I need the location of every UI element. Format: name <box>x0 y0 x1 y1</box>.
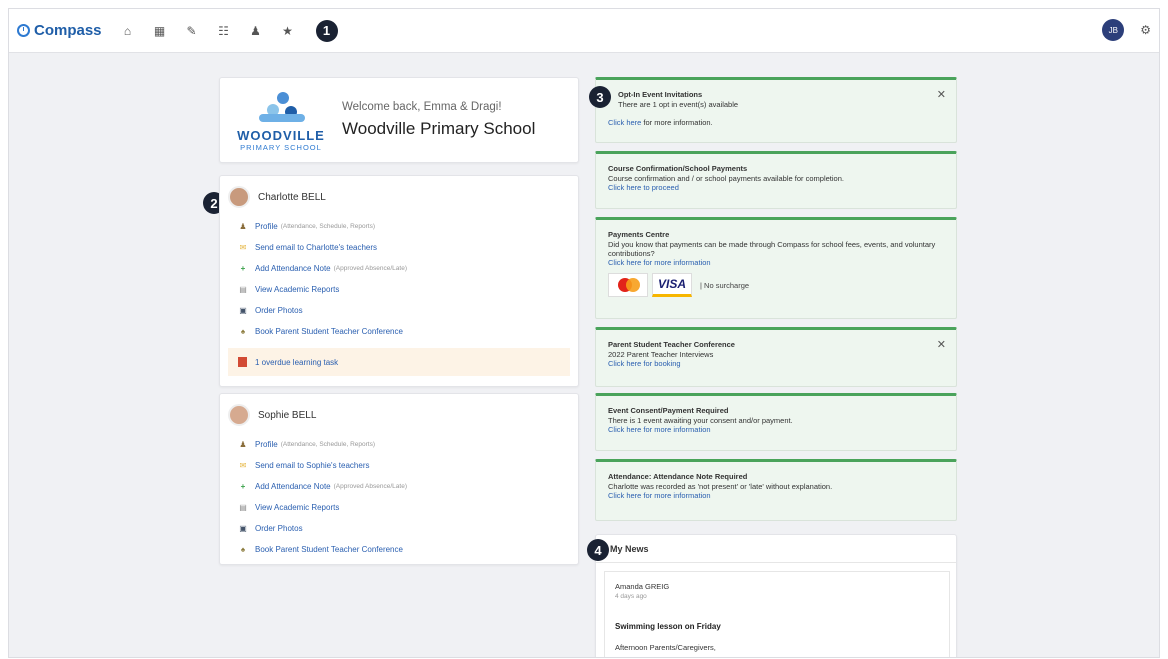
callout-marker-4: 4 <box>587 539 609 561</box>
school-logo: WOODVILLE PRIMARY SCHOOL <box>226 88 336 152</box>
brand-name: Compass <box>34 22 102 39</box>
news-item[interactable]: Amanda GREIG 4 days ago Swimming lesson … <box>604 571 950 657</box>
student-link-book-conference[interactable]: ♠ Book Parent Student Teacher Conference <box>220 321 578 342</box>
student-header[interactable]: Charlotte BELL <box>220 176 578 216</box>
school-logo-sub: PRIMARY SCHOOL <box>240 143 322 152</box>
report-icon: ▤ <box>239 284 247 294</box>
plus-icon: + <box>240 263 246 273</box>
home-icon[interactable]: ⌂ <box>112 24 144 38</box>
nav-icons: ⌂ ▦ ✎ ☷ ♟ ★ <box>112 24 304 38</box>
notice-title: Opt-In Event Invitations <box>618 90 703 99</box>
student-link-academic-reports[interactable]: ▤ View Academic Reports <box>220 279 578 300</box>
visa-logo: VISA <box>652 273 692 297</box>
notice-link[interactable]: Click here for more information <box>608 491 944 500</box>
student-avatar <box>228 186 250 208</box>
school-logo-mark-icon <box>253 88 309 126</box>
conference-icon: ♠ <box>240 326 246 336</box>
conference-icon: ♠ <box>240 544 246 554</box>
email-icon: ✉ <box>239 242 247 252</box>
notice-title: Event Consent/Payment Required <box>608 406 729 415</box>
photo-icon: ▣ <box>239 523 247 533</box>
notice-event-consent: Event Consent/Payment Required There is … <box>595 393 957 451</box>
notice-title: Course Confirmation/School Payments <box>608 164 748 173</box>
student-header[interactable]: Sophie BELL <box>220 394 578 434</box>
top-navigation-bar: Compass ⌂ ▦ ✎ ☷ ♟ ★ 1 JB ⚙ <box>9 9 1159 53</box>
school-logo-name: WOODVILLE <box>237 128 325 143</box>
student-name: Sophie BELL <box>258 409 317 421</box>
notice-attendance-note: Attendance: Attendance Note Required Cha… <box>595 459 957 521</box>
news-title: Swimming lesson on Friday <box>615 622 721 631</box>
notice-title: Parent Student Teacher Conference <box>608 340 735 349</box>
surcharge-note: No surcharge <box>704 280 750 290</box>
notice-body: Charlotte was recorded as 'not present' … <box>608 482 833 491</box>
student-link-book-conference[interactable]: ♠ Book Parent Student Teacher Conference <box>220 539 578 560</box>
student-link-email-teachers[interactable]: ✉ Send email to Sophie's teachers <box>220 455 578 476</box>
email-icon: ✉ <box>239 460 247 470</box>
callout-marker-1: 1 <box>315 19 338 42</box>
notice-body: 2022 Parent Teacher Interviews <box>608 350 714 359</box>
close-icon[interactable]: ✕ <box>937 338 946 351</box>
school-welcome-card: WOODVILLE PRIMARY SCHOOL Welcome back, E… <box>219 77 579 163</box>
user-avatar[interactable]: JB <box>1102 19 1125 41</box>
student-link-profile[interactable]: ♟ Profile (Attendance, Schedule, Reports… <box>220 434 578 455</box>
welcome-message: Welcome back, Emma & Dragi! <box>342 101 502 113</box>
news-heading: My News <box>596 535 956 563</box>
profile-icon: ♟ <box>239 221 247 231</box>
notice-body: Did you know that payments can be made t… <box>608 240 936 258</box>
my-news-panel: My News Amanda GREIG 4 days ago Swimming… <box>595 534 957 657</box>
overdue-task-alert[interactable]: 1 overdue learning task <box>228 348 570 376</box>
profile-icon: ♟ <box>239 439 247 449</box>
notice-title: Attendance: Attendance Note Required <box>608 472 748 481</box>
compass-logo[interactable]: Compass <box>17 22 102 39</box>
notice-link[interactable]: Click here for more information <box>608 425 944 434</box>
news-excerpt: Afternoon Parents/Caregivers, <box>615 643 716 652</box>
grid-icon[interactable]: ☷ <box>208 24 240 38</box>
notice-body: Course confirmation and / or school paym… <box>608 174 844 183</box>
report-icon: ▤ <box>239 502 247 512</box>
gear-icon[interactable]: ⚙ <box>1140 23 1151 37</box>
payment-logos: VISA | No surcharge <box>608 273 944 297</box>
photo-icon: ▣ <box>239 305 247 315</box>
student-link-order-photos[interactable]: ▣ Order Photos <box>220 518 578 539</box>
student-card-sophie: Sophie BELL ♟ Profile (Attendance, Sched… <box>219 393 579 565</box>
notice-pst-conference: Parent Student Teacher Conference 2022 P… <box>595 327 957 387</box>
task-icon <box>238 357 247 367</box>
notice-link[interactable]: Click here to proceed <box>608 183 944 192</box>
notice-link[interactable]: Click here for booking <box>608 359 944 368</box>
top-right-controls: JB ⚙ <box>1102 19 1151 41</box>
app-window: Compass ⌂ ▦ ✎ ☷ ♟ ★ 1 JB ⚙ WOODVILLE PRI… <box>8 8 1160 658</box>
student-link-attendance-note[interactable]: + Add Attendance Note (Approved Absence/… <box>220 476 578 497</box>
student-link-order-photos[interactable]: ▣ Order Photos <box>220 300 578 321</box>
notice-body: There are 1 opt in event(s) available <box>618 100 739 109</box>
student-card-charlotte: Charlotte BELL ♟ Profile (Attendance, Sc… <box>219 175 579 387</box>
star-icon[interactable]: ★ <box>272 24 304 38</box>
student-link-academic-reports[interactable]: ▤ View Academic Reports <box>220 497 578 518</box>
compass-clock-icon <box>17 24 30 37</box>
student-link-email-teachers[interactable]: ✉ Send email to Charlotte's teachers <box>220 237 578 258</box>
notice-title: Payments Centre <box>608 230 670 239</box>
student-link-profile[interactable]: ♟ Profile (Attendance, Schedule, Reports… <box>220 216 578 237</box>
news-date: 4 days ago <box>615 593 647 600</box>
people-icon[interactable]: ♟ <box>240 24 272 38</box>
student-avatar <box>228 404 250 426</box>
news-author: Amanda GREIG <box>615 582 670 591</box>
notice-payments-centre: Payments Centre Did you know that paymen… <box>595 217 957 319</box>
callout-marker-3: 3 <box>589 86 611 108</box>
welcome-block: Welcome back, Emma & Dragi! Woodville Pr… <box>342 101 535 139</box>
plus-icon: + <box>240 481 246 491</box>
notice-opt-in-events: Opt-In Event Invitations There are 1 opt… <box>595 77 957 143</box>
close-icon[interactable]: ✕ <box>937 88 946 101</box>
notice-link[interactable]: Click here for more information <box>608 258 944 267</box>
mastercard-icon <box>608 273 648 297</box>
notice-link[interactable]: Click here <box>608 118 641 127</box>
student-name: Charlotte BELL <box>258 191 326 203</box>
school-name: Woodville Primary School <box>342 119 536 138</box>
calendar-icon[interactable]: ▦ <box>144 24 176 38</box>
notice-body: There is 1 event awaiting your consent a… <box>608 416 793 425</box>
notice-course-confirmation: Course Confirmation/School Payments Cour… <box>595 151 957 209</box>
student-link-attendance-note[interactable]: + Add Attendance Note (Approved Absence/… <box>220 258 578 279</box>
pencil-icon[interactable]: ✎ <box>176 24 208 38</box>
